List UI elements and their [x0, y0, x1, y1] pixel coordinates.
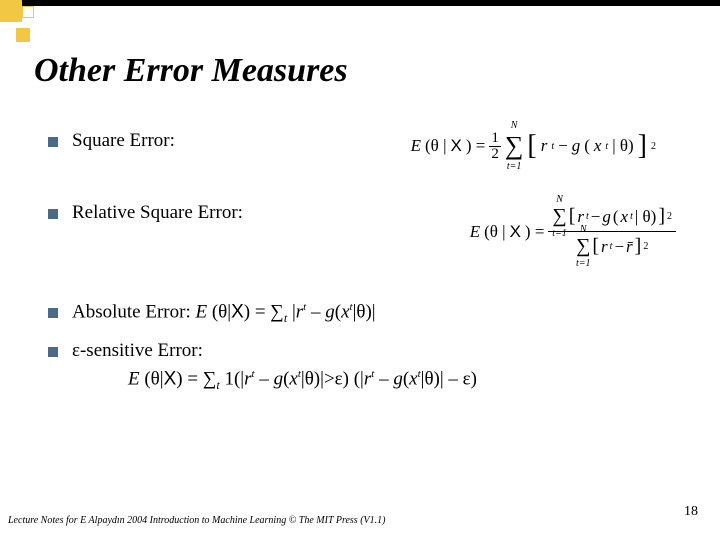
bullet-icon — [48, 347, 58, 357]
list-item: Square Error: E(θ | X) = 12 ∑Nt=1 [rt − … — [48, 130, 696, 162]
item-label-square-error: Square Error: — [72, 130, 175, 152]
decorative-square-icon — [22, 6, 34, 18]
bullet-icon — [48, 137, 58, 147]
list-item: Relative Square Error: E (θ | X) = ∑Nt=1… — [48, 202, 696, 261]
content-area: Square Error: E(θ | X) = 12 ∑Nt=1 [rt − … — [48, 130, 696, 393]
bullet-icon — [48, 308, 58, 318]
formula-epsilon-error: E (θ|X) = ∑t 1(|rt – g(xt|θ)|>ε) (|rt – … — [128, 368, 696, 393]
page-title: Other Error Measures — [34, 52, 348, 90]
footer-text: Lecture Notes for E Alpaydın 2004 Introd… — [8, 515, 385, 526]
item-label-epsilon-error: ε-sensitive Error: — [72, 340, 203, 362]
top-border — [0, 0, 720, 6]
page-number: 18 — [684, 504, 698, 520]
list-item: Absolute Error: E (θ|X) = ∑t |rt – g(xt|… — [48, 301, 696, 326]
decorative-square-icon — [0, 0, 22, 22]
item-label-relative-square-error: Relative Square Error: — [72, 202, 243, 224]
bullet-icon — [48, 209, 58, 219]
item-label-absolute-error: Absolute Error: E (θ|X) = ∑t |rt – g(xt|… — [72, 301, 376, 326]
decorative-square-icon — [16, 28, 30, 42]
formula-relative-square-error: E (θ | X) = ∑Nt=1 [rt − g(xt | θ)]2 ∑Nt=… — [470, 202, 676, 261]
absolute-error-prefix: Absolute Error: — [72, 301, 195, 322]
list-item: ε-sensitive Error: — [48, 340, 696, 362]
formula-square-error: E(θ | X) = 12 ∑Nt=1 [rt − g(xt | θ)]2 — [411, 130, 656, 162]
